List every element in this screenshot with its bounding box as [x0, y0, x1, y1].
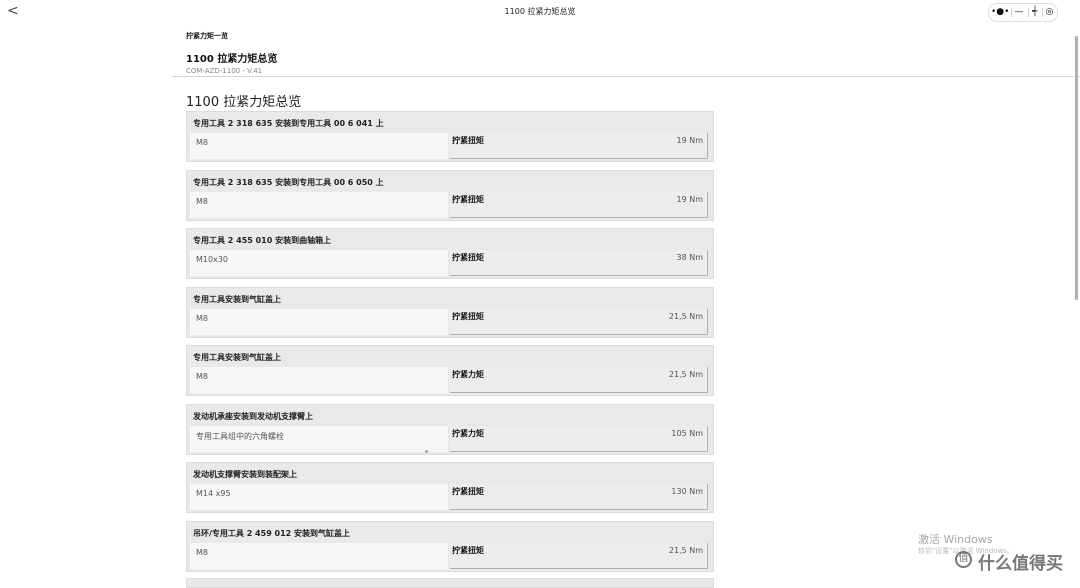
- card-heading: 专用工具安装到气缸盖上: [193, 294, 281, 304]
- torque-card: 发动机承座安装到发动机支撑臂上 专用工具组中的六角螺栓 105 Nm 拧紧力矩: [186, 403, 714, 455]
- torque-value: 130 Nm: [671, 487, 703, 496]
- torque-card: 吊环/专用工具 2 459 012 安装到气缸盖上 M8 21,5 Nm 拧紧扭矩: [186, 520, 714, 572]
- torque-card: 专用工具安装到气缸盖上 M8 21,5 Nm 拧紧力矩: [186, 345, 714, 396]
- torque-value-field: 21,5 Nm: [450, 308, 708, 335]
- card-heading: 发动机承座安装到发动机支撑臂上: [193, 411, 313, 421]
- torque-label: 拧紧扭矩: [452, 194, 484, 204]
- fastener-spec: 专用工具组中的六角螺栓: [196, 431, 284, 441]
- card-heading: 发动机支撑臂安装到装配架上: [193, 470, 297, 479]
- torque-value-field: 19 Nm: [450, 133, 708, 159]
- torque-label: 拧紧力矩: [452, 370, 484, 379]
- torque-card: [186, 578, 714, 588]
- torque-card: 专用工具 2 318 635 安装到专用工具 00 6 050 上 M8 19 Nm…: [186, 169, 714, 221]
- torque-value: 21,5 Nm: [668, 545, 703, 555]
- torque-value-field: 19 Nm: [450, 191, 708, 218]
- card-heading: 专用工具 2 318 635 安装到专用工具 00 6 041 上: [193, 119, 384, 128]
- spec-cell: M8: [190, 367, 448, 393]
- close-icon[interactable]: ◎: [1043, 4, 1056, 21]
- brand-watermark: 什么值得买: [978, 554, 1063, 574]
- torque-value: 21,5 Nm: [668, 311, 703, 321]
- fastener-spec: M8: [196, 196, 208, 206]
- brand-logo-icon: 值: [955, 551, 972, 568]
- torque-value-field: 130 Nm: [450, 484, 708, 510]
- document-title: 1100 拉紧力矩总览: [186, 54, 278, 65]
- activation-watermark-title: 激活 Windows: [918, 533, 993, 546]
- torque-label: 拧紧扭矩: [452, 311, 484, 321]
- torque-value: 19 Nm: [676, 136, 704, 145]
- torque-label: 拧紧力矩: [452, 428, 484, 438]
- fastener-spec: M8: [196, 547, 208, 557]
- card-heading: 吊环/专用工具 2 459 012 安装到气缸盖上: [193, 528, 351, 538]
- document-header: 拧紧力矩一览 1100 拉紧力矩总览 COM-AZD-1100 - V.41: [186, 31, 277, 75]
- spec-cell: M8: [190, 542, 448, 569]
- torque-card: 发动机支撑臂安装到装配架上 M14 x95 130 Nm 拧紧扭矩: [186, 462, 714, 513]
- torque-value: 38 Nm: [676, 253, 704, 262]
- torque-card: 专用工具 2 455 010 安装到曲轴箱上 M10x30 38 Nm 拧紧扭矩: [186, 228, 714, 279]
- section-title: 1100 拉紧力矩总览: [186, 95, 302, 110]
- window-title: 1100 拉紧力矩总览: [504, 7, 576, 16]
- torque-label: 拧紧扭矩: [452, 253, 484, 262]
- fastener-spec: M10x30: [196, 255, 228, 264]
- torque-value-field: 21,5 Nm: [450, 542, 708, 569]
- document-code: COM-AZD-1100 - V.41: [186, 67, 263, 75]
- menu-capsule: •●• — ┽ ◎: [988, 3, 1058, 22]
- fastener-spec: M8: [196, 372, 208, 381]
- title-bar: < 1100 拉紧力矩总览 •●• — ┽ ◎: [0, 0, 1080, 24]
- card-heading: 专用工具 2 318 635 安装到专用工具 00 6 050 上: [193, 177, 384, 187]
- torque-card: 专用工具 2 318 635 安装到专用工具 00 6 041 上 M8 19 Nm…: [186, 111, 714, 162]
- spec-cell: M8: [190, 191, 448, 218]
- spec-cell: M8: [190, 133, 448, 159]
- torque-value-field: 105 Nm: [450, 425, 708, 452]
- torque-card: 专用工具安装到气缸盖上 M8 21,5 Nm 拧紧扭矩: [186, 286, 714, 338]
- torque-label: 拧紧扭矩: [452, 136, 484, 145]
- cursor-marker: [425, 450, 428, 453]
- torque-value: 21,5 Nm: [668, 370, 703, 379]
- torque-value-field: 38 Nm: [450, 250, 708, 276]
- breadcrumb[interactable]: 拧紧力矩一览: [186, 31, 277, 41]
- minimize-icon[interactable]: —: [1012, 4, 1026, 21]
- spec-cell: M14 x95: [190, 484, 448, 510]
- torque-value: 19 Nm: [676, 194, 704, 204]
- torque-label: 拧紧扭矩: [452, 545, 484, 555]
- card-heading: 专用工具安装到气缸盖上: [193, 353, 281, 362]
- fastener-spec: M8: [196, 138, 208, 147]
- fastener-spec: M8: [196, 313, 208, 323]
- torque-label: 拧紧扭矩: [452, 487, 484, 496]
- torque-value: 105 Nm: [671, 428, 703, 438]
- scrollbar-thumb[interactable]: [1075, 36, 1078, 300]
- spec-cell: M10x30: [190, 250, 448, 276]
- card-heading: 专用工具 2 455 010 安装到曲轴箱上: [193, 236, 332, 245]
- scan-icon[interactable]: ┽: [1029, 4, 1041, 21]
- more-icon[interactable]: •●•: [991, 4, 1009, 21]
- torque-value-field: 21,5 Nm: [450, 367, 708, 393]
- spec-cell: 专用工具组中的六角螺栓: [190, 425, 448, 452]
- header-divider: [172, 76, 1080, 77]
- fastener-spec: M14 x95: [196, 489, 231, 498]
- spec-cell: M8: [190, 308, 448, 335]
